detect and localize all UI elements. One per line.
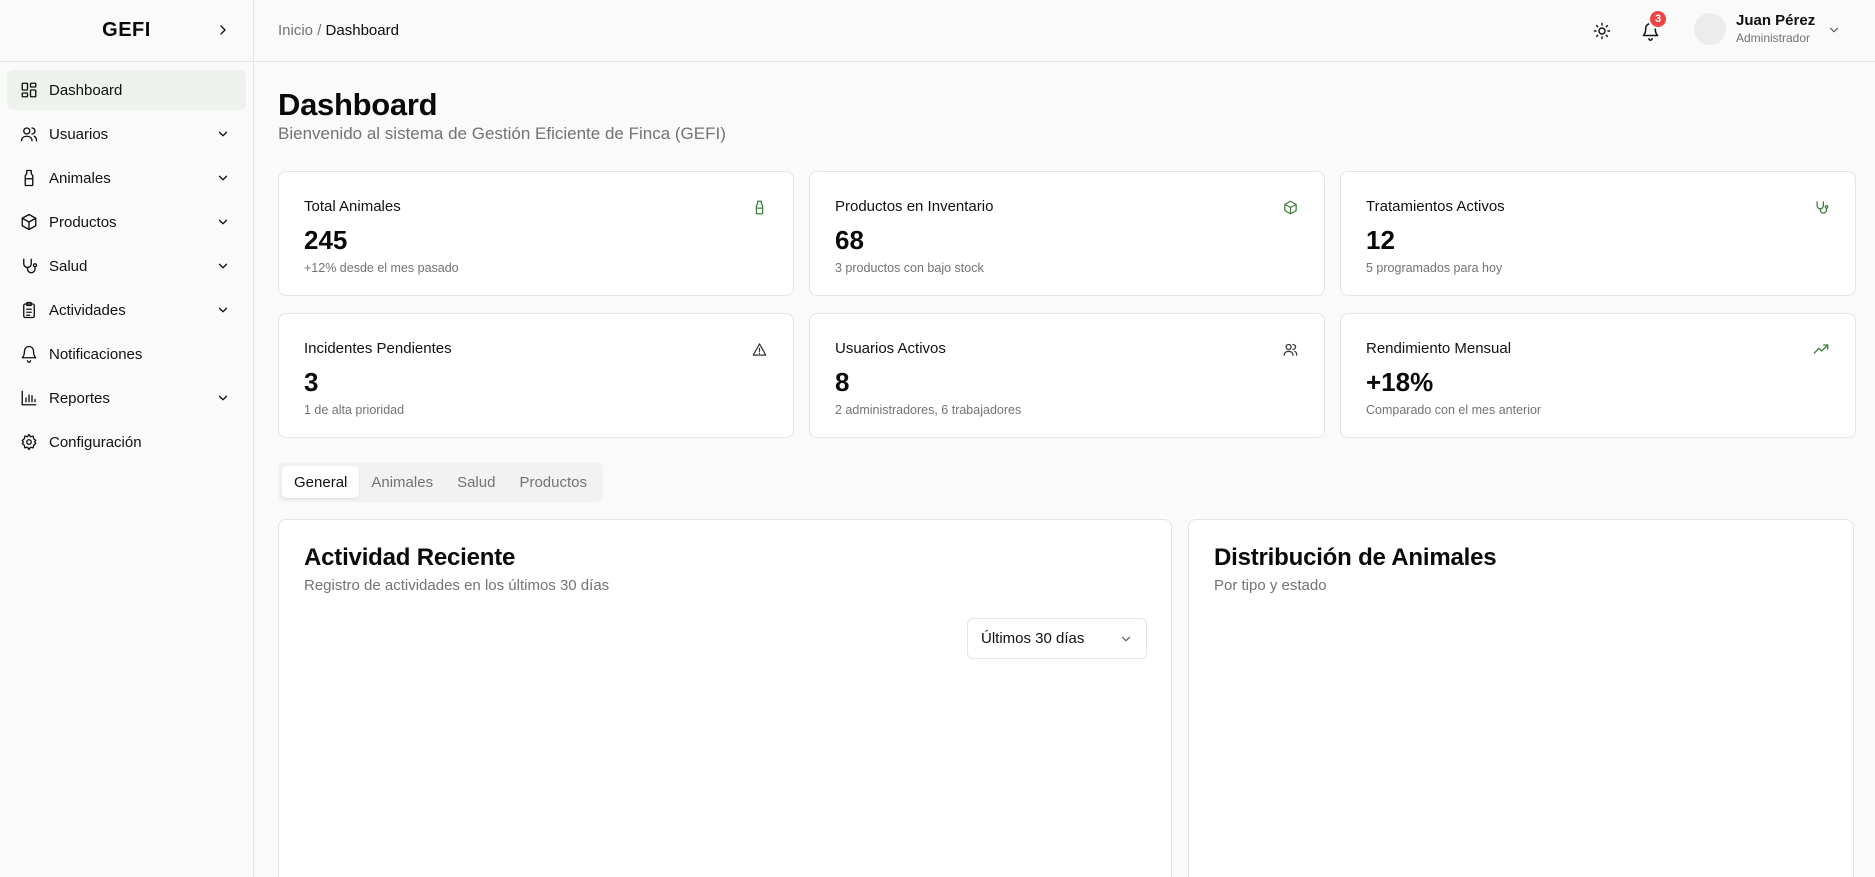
sidebar-item-dashboard[interactable]: Dashboard	[7, 70, 246, 110]
animal-distribution-panel: Distribución de Animales Por tipo y esta…	[1188, 519, 1854, 877]
panel-title: Actividad Reciente	[304, 544, 516, 571]
sidebar-item-label: Salud	[49, 257, 88, 275]
user-name: Juan Pérez	[1736, 12, 1816, 29]
tab-general[interactable]: General	[282, 466, 360, 498]
sidebar-item-productos[interactable]: Productos	[7, 202, 246, 242]
theme-toggle-button[interactable]	[1584, 13, 1620, 49]
sidebar-item-label: Configuración	[49, 433, 142, 451]
stat-value: 12	[1366, 225, 1395, 255]
sidebar-expand-button[interactable]	[213, 20, 233, 40]
users-icon	[19, 124, 39, 144]
chevron-down-icon	[214, 257, 232, 275]
trending-up-icon	[1812, 340, 1830, 358]
recent-activity-panel: Actividad Reciente Registro de actividad…	[278, 519, 1172, 877]
stat-card-usuarios-activos: Usuarios Activos 8 2 administradores, 6 …	[809, 313, 1325, 438]
stat-value: 68	[835, 225, 864, 255]
chevron-down-icon	[1827, 23, 1841, 37]
sidebar-header: GEFI	[0, 0, 253, 62]
stethoscope-icon	[19, 256, 39, 276]
stat-value: +18%	[1366, 367, 1434, 397]
sidebar-item-label: Reportes	[49, 389, 110, 407]
stat-label: Tratamientos Activos	[1366, 198, 1505, 215]
stat-label: Rendimiento Mensual	[1366, 340, 1512, 357]
stat-label: Incidentes Pendientes	[304, 340, 452, 357]
alert-triangle-icon	[750, 340, 768, 358]
sidebar-item-label: Productos	[49, 213, 117, 231]
breadcrumb-root-link[interactable]: Inicio	[278, 22, 313, 39]
sidebar-item-notificaciones[interactable]: Notificaciones	[7, 334, 246, 374]
stat-label: Total Animales	[304, 198, 401, 215]
stat-label: Productos en Inventario	[835, 198, 994, 215]
chevron-down-icon	[214, 169, 232, 187]
package-icon	[1281, 198, 1299, 216]
breadcrumb: Inicio / Dashboard	[278, 22, 399, 39]
milk-bottle-icon	[19, 168, 39, 188]
milk-bottle-icon	[750, 198, 768, 216]
stat-note: 3 productos con bajo stock	[835, 261, 984, 275]
stat-note: 2 administradores, 6 trabajadores	[835, 403, 1022, 417]
settings-icon	[19, 432, 39, 452]
chevron-down-icon	[214, 389, 232, 407]
avatar	[1694, 13, 1726, 45]
breadcrumb-current: Dashboard	[325, 22, 399, 39]
stat-value: 245	[304, 225, 348, 255]
chevron-down-icon	[1119, 632, 1133, 646]
tab-animales[interactable]: Animales	[359, 466, 445, 498]
app-logo: GEFI	[102, 19, 151, 41]
date-range-select[interactable]: Últimos 30 días	[967, 618, 1147, 659]
sidebar-item-label: Notificaciones	[49, 345, 143, 363]
package-icon	[19, 212, 39, 232]
sidebar-item-label: Actividades	[49, 301, 126, 319]
bar-chart-icon	[19, 388, 39, 408]
sidebar-nav: Dashboard Usuarios Animales Productos Sa…	[0, 62, 253, 474]
dashboard-tabs: General Animales Salud Productos	[278, 462, 603, 502]
chevron-down-icon	[214, 301, 232, 319]
sidebar-item-actividades[interactable]: Actividades	[7, 290, 246, 330]
notification-badge: 3	[1648, 9, 1668, 29]
stat-card-productos-inventario: Productos en Inventario 68 3 productos c…	[809, 171, 1325, 296]
page-title: Dashboard	[278, 87, 438, 122]
stat-card-rendimiento-mensual: Rendimiento Mensual +18% Comparado con e…	[1340, 313, 1856, 438]
stat-value: 3	[304, 367, 319, 397]
user-role: Administrador	[1736, 31, 1811, 45]
clipboard-list-icon	[19, 300, 39, 320]
sidebar-item-label: Dashboard	[49, 81, 123, 99]
panel-title: Distribución de Animales	[1214, 544, 1497, 571]
sun-icon	[1593, 22, 1611, 40]
stat-value: 8	[835, 367, 850, 397]
bell-icon	[19, 344, 39, 364]
page-subtitle: Bienvenido al sistema de Gestión Eficien…	[278, 124, 726, 143]
sidebar-item-animales[interactable]: Animales	[7, 158, 246, 198]
sidebar-item-configuracion[interactable]: Configuración	[7, 422, 246, 462]
chevron-down-icon	[214, 125, 232, 143]
breadcrumb-separator: /	[313, 22, 326, 39]
notifications-button[interactable]: 3	[1632, 9, 1668, 49]
dashboard-icon	[19, 80, 39, 100]
sidebar-item-reportes[interactable]: Reportes	[7, 378, 246, 418]
stat-card-total-animales: Total Animales 245 +12% desde el mes pas…	[278, 171, 794, 296]
stethoscope-icon	[1812, 198, 1830, 216]
panel-subtitle: Por tipo y estado	[1214, 577, 1327, 594]
stat-note: 1 de alta prioridad	[304, 403, 405, 417]
panel-subtitle: Registro de actividades en los últimos 3…	[304, 577, 610, 594]
tab-productos[interactable]: Productos	[507, 466, 599, 498]
chevron-down-icon	[214, 213, 232, 231]
date-range-value: Últimos 30 días	[981, 630, 1085, 647]
stat-note: Comparado con el mes anterior	[1366, 403, 1542, 417]
tab-salud[interactable]: Salud	[445, 466, 507, 498]
sidebar-item-label: Animales	[49, 169, 111, 187]
user-menu[interactable]: Juan Pérez Administrador	[1694, 12, 1841, 46]
sidebar-item-usuarios[interactable]: Usuarios	[7, 114, 246, 154]
stat-label: Usuarios Activos	[835, 340, 946, 357]
users-icon	[1281, 340, 1299, 358]
chevron-right-icon	[220, 25, 226, 35]
sidebar-item-salud[interactable]: Salud	[7, 246, 246, 286]
sidebar: GEFI Dashboard Usuarios Animales Product…	[0, 0, 254, 877]
stat-card-tratamientos-activos: Tratamientos Activos 12 5 programados pa…	[1340, 171, 1856, 296]
sidebar-item-label: Usuarios	[49, 125, 109, 143]
stat-note: +12% desde el mes pasado	[304, 261, 459, 275]
stat-card-incidentes-pendientes: Incidentes Pendientes 3 1 de alta priori…	[278, 313, 794, 438]
stat-note: 5 programados para hoy	[1366, 261, 1503, 275]
